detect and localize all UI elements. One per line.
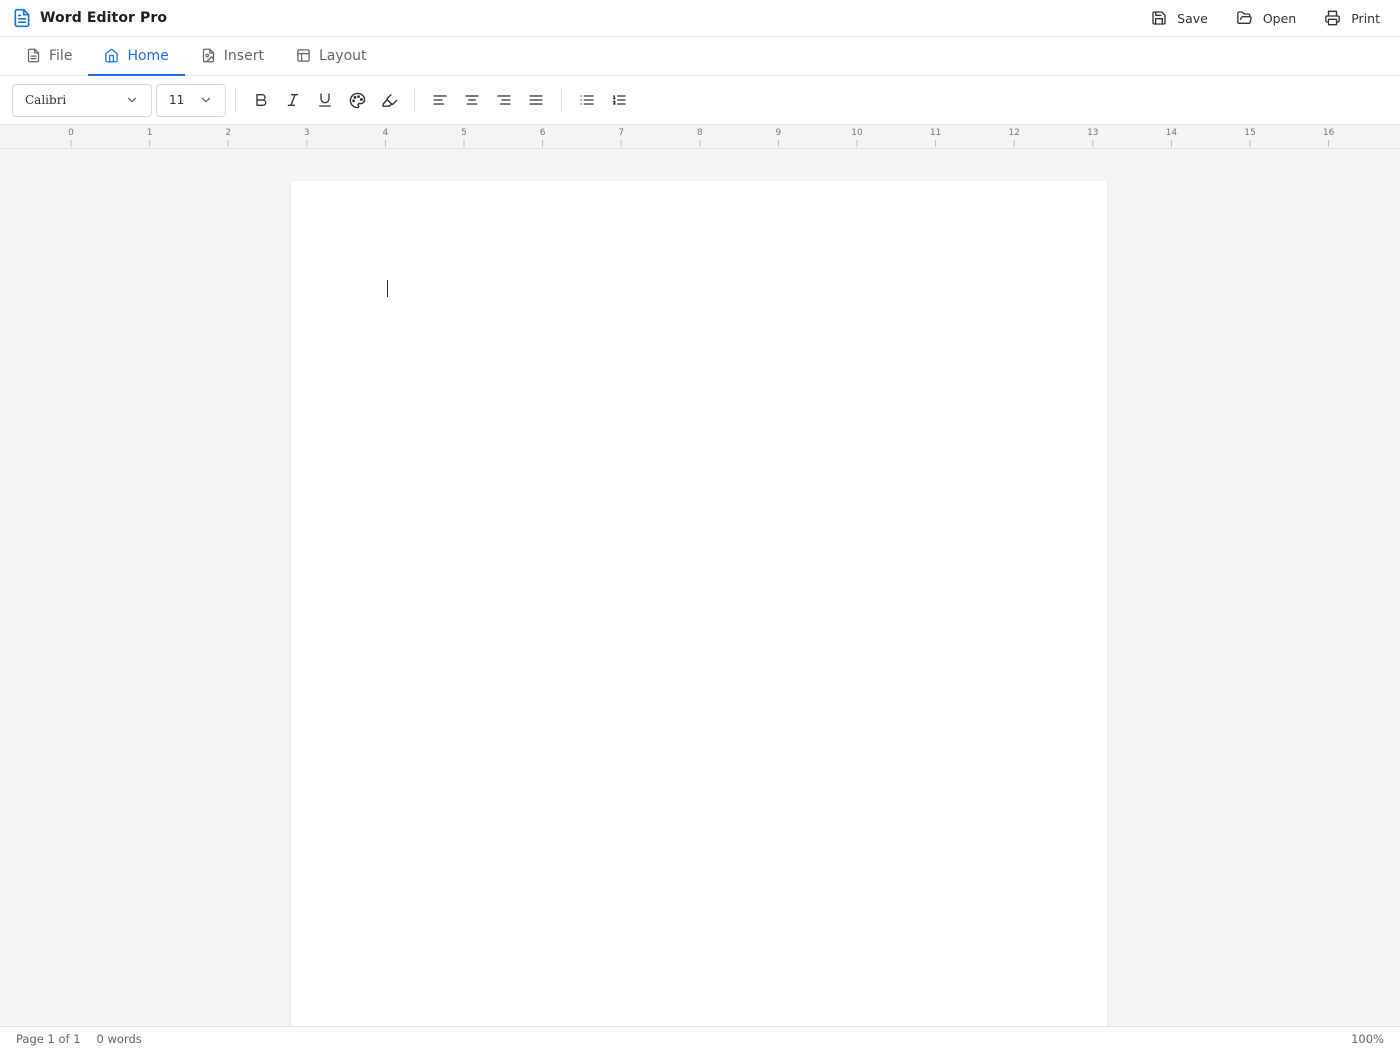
chevron-down-icon: [199, 93, 213, 107]
underline-icon: [317, 92, 333, 108]
toolbar-separator: [414, 88, 415, 112]
app-brand: Word Editor Pro: [12, 8, 167, 28]
ruler-label: 6: [540, 128, 546, 138]
word-count: 0 words: [96, 1031, 142, 1046]
align-justify-icon: [528, 92, 544, 108]
ruler-label: 13: [1087, 128, 1098, 138]
ruler-label: 0: [68, 128, 74, 138]
page-count: Page 1 of 1: [16, 1031, 81, 1046]
tab-home[interactable]: Home: [88, 37, 185, 76]
ruler-label: 9: [776, 128, 782, 138]
chevron-down-icon: [125, 93, 139, 107]
palette-icon: [349, 92, 366, 109]
title-bar: Word Editor Pro Save Open Print: [0, 0, 1400, 37]
print-button[interactable]: Print: [1324, 10, 1380, 26]
image-icon: [201, 48, 216, 63]
layout-icon: [296, 48, 311, 63]
print-label: Print: [1351, 10, 1380, 26]
font-size-select[interactable]: 11: [156, 83, 226, 117]
ruler-label: 10: [851, 128, 863, 138]
zoom-level[interactable]: 100%: [1351, 1032, 1384, 1046]
ribbon-tabs: File Home Insert Layout: [0, 37, 1400, 76]
highlighter-icon: [381, 92, 398, 109]
tab-file[interactable]: File: [10, 37, 88, 76]
tab-insert[interactable]: Insert: [185, 37, 280, 76]
ruler-label: 3: [304, 128, 310, 138]
ruler-label: 8: [697, 128, 703, 138]
font-size-value: 11: [169, 93, 185, 107]
status-bar: Page 1 of 1 0 words 100%: [0, 1026, 1400, 1050]
save-icon: [1151, 10, 1167, 26]
align-center-button[interactable]: [456, 84, 488, 116]
align-right-button[interactable]: [488, 84, 520, 116]
bold-icon: [253, 92, 269, 108]
underline-button[interactable]: [309, 84, 341, 116]
ruler-label: 5: [461, 128, 467, 138]
formatting-toolbar: Calibri 11: [0, 76, 1400, 125]
save-button[interactable]: Save: [1151, 10, 1208, 26]
file-icon: [26, 48, 41, 63]
ruler-label: 4: [383, 128, 389, 138]
tab-layout-label: Layout: [318, 47, 367, 64]
document-page[interactable]: [291, 181, 1107, 1026]
ruler-label: 15: [1244, 128, 1255, 138]
font-family-select[interactable]: Calibri: [12, 83, 152, 117]
tab-insert-label: Insert: [223, 47, 264, 64]
folder-open-icon: [1236, 10, 1253, 26]
tab-layout[interactable]: Layout: [280, 37, 383, 76]
toolbar-separator: [235, 88, 236, 112]
text-cursor: [387, 280, 388, 297]
horizontal-ruler: 0 1 2 3 4 5 6 7 8 9 10 11 12 13 14 15 16: [0, 125, 1400, 149]
align-center-icon: [464, 92, 480, 108]
font-family-value: Calibri: [25, 93, 67, 107]
numbered-list-icon: [611, 92, 627, 108]
align-justify-button[interactable]: [520, 84, 552, 116]
text-color-button[interactable]: [341, 84, 373, 116]
toolbar-separator: [561, 88, 562, 112]
tab-file-label: File: [49, 47, 73, 64]
tab-home-label: Home: [127, 47, 169, 64]
align-left-button[interactable]: [424, 84, 456, 116]
ruler-label: 12: [1008, 128, 1019, 138]
bullet-list-icon: [579, 92, 595, 108]
align-right-icon: [496, 92, 512, 108]
numbered-list-button[interactable]: [603, 84, 635, 116]
home-icon: [104, 48, 119, 63]
highlight-button[interactable]: [373, 84, 405, 116]
bullet-list-button[interactable]: [571, 84, 603, 116]
ruler-label: 7: [618, 128, 624, 138]
ruler-scale: 0 1 2 3 4 5 6 7 8 9 10 11 12 13 14 15 16: [68, 128, 1335, 147]
open-button[interactable]: Open: [1236, 10, 1296, 26]
document-area: [0, 149, 1400, 1026]
ruler-label: 2: [225, 128, 231, 138]
align-left-icon: [432, 92, 448, 108]
italic-button[interactable]: [277, 84, 309, 116]
open-label: Open: [1262, 10, 1297, 26]
ruler-label: 1: [147, 128, 153, 138]
ruler-label: 11: [930, 128, 941, 138]
italic-icon: [285, 92, 301, 108]
ruler-label: 16: [1323, 128, 1335, 138]
document-icon: [12, 8, 32, 28]
printer-icon: [1324, 10, 1341, 26]
title-actions: Save Open Print: [1151, 10, 1380, 26]
ruler-label: 14: [1166, 128, 1178, 138]
save-label: Save: [1177, 10, 1208, 26]
bold-button[interactable]: [245, 84, 277, 116]
app-title: Word Editor Pro: [40, 10, 168, 26]
